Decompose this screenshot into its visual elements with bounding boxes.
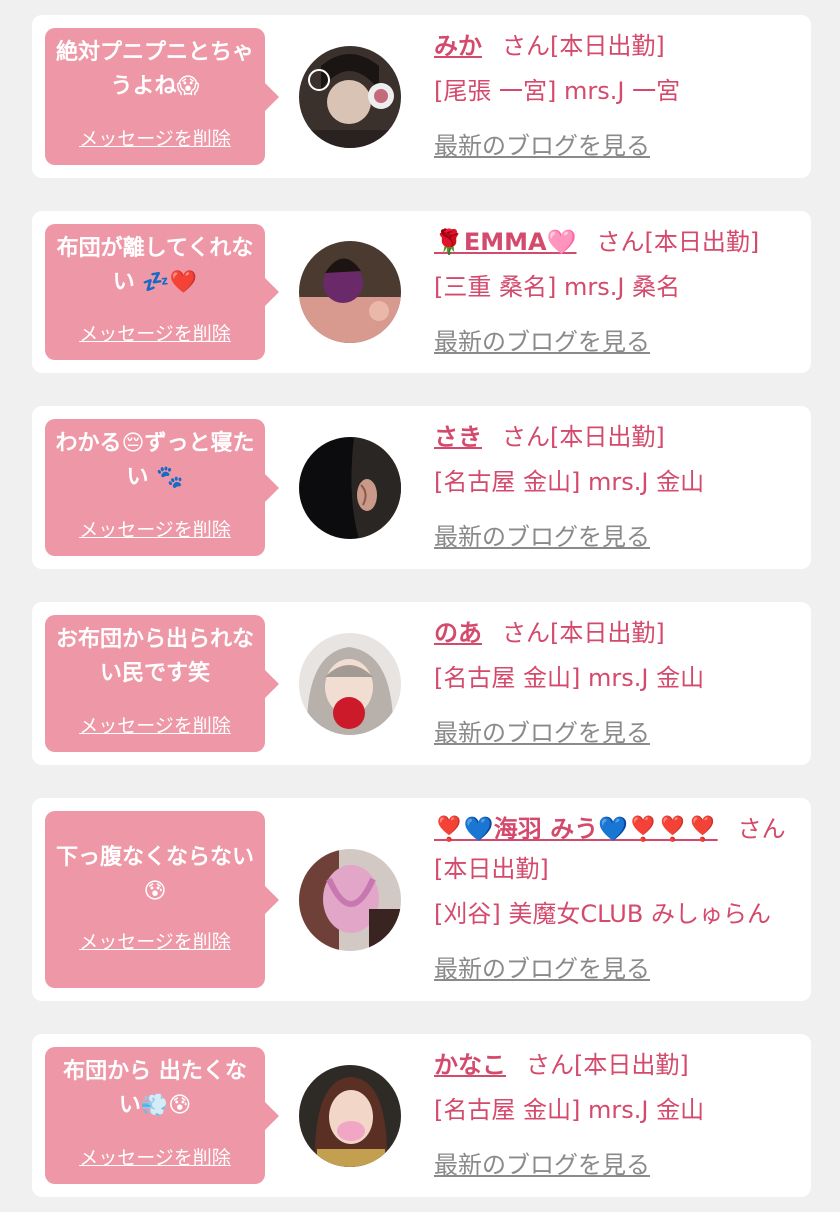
avatar[interactable] (299, 241, 401, 343)
message-bubble: わかる😔ずっと寝たい 🐾 メッセージを削除 (45, 419, 279, 556)
message-card: 布団が離してくれない 💤❤️ メッセージを削除 🌹EMMA🩷 さん[本日出勤] [… (32, 211, 811, 373)
girl-info: のあ さん[本日出勤] [名古屋 金山] mrs.J 金山 最新のブログを見る (434, 616, 806, 756)
status-text: [本日出勤] (434, 855, 549, 883)
status-text: さん (737, 815, 786, 843)
delete-message-link[interactable]: メッセージを削除 (45, 319, 265, 346)
girl-name-link[interactable]: かなこ (434, 1051, 506, 1079)
message-card: お布団から出られない民です笑 メッセージを削除 のあ さん[本日出勤] [名古屋 … (32, 602, 811, 765)
status-text: さん[本日出勤] (596, 228, 760, 256)
message-text: お布団から出られない民です笑 (55, 627, 254, 686)
name-line: 🌹EMMA🩷 さん[本日出勤] (434, 225, 806, 259)
shop-name: [名古屋 金山] mrs.J 金山 (434, 468, 705, 496)
name-line: ❣️💙海羽 みう💙❣️❣️❣️ さん (434, 812, 806, 846)
avatar[interactable] (299, 46, 401, 148)
girl-info: さき さん[本日出勤] [名古屋 金山] mrs.J 金山 最新のブログを見る (434, 420, 806, 560)
girl-info: 🌹EMMA🩷 さん[本日出勤] [三重 桑名] mrs.J 桑名 最新のブログを見… (434, 225, 806, 365)
girl-name-link[interactable]: みか (434, 32, 482, 60)
girl-name-link[interactable]: 🌹EMMA🩷 (434, 228, 577, 256)
name-line: かなこ さん[本日出勤] (434, 1048, 806, 1082)
name-line: みか さん[本日出勤] (434, 29, 806, 63)
delete-message-link[interactable]: メッセージを削除 (45, 927, 265, 954)
avatar[interactable] (299, 437, 401, 539)
avatar[interactable] (299, 633, 401, 735)
name-line: のあ さん[本日出勤] (434, 616, 806, 650)
shop-name: [名古屋 金山] mrs.J 金山 (434, 1096, 705, 1124)
message-card: 絶対プニプニとちゃうよね😱 メッセージを削除 みか さん[本日出勤] [尾張 一宮… (32, 15, 811, 178)
message-bubble: 布団が離してくれない 💤❤️ メッセージを削除 (45, 224, 279, 360)
message-bubble: 布団から 出たくない💨😰 メッセージを削除 (45, 1047, 279, 1184)
message-text: 布団が離してくれない 💤❤️ (56, 236, 254, 295)
view-blog-link[interactable]: 最新のブログを見る (434, 952, 650, 986)
message-list: 絶対プニプニとちゃうよね😱 メッセージを削除 みか さん[本日出勤] [尾張 一宮… (0, 0, 840, 1212)
view-blog-link[interactable]: 最新のブログを見る (434, 325, 650, 359)
delete-message-link[interactable]: メッセージを削除 (45, 515, 265, 542)
avatar[interactable] (299, 1065, 401, 1167)
message-card: わかる😔ずっと寝たい 🐾 メッセージを削除 さき さん[本日出勤] [名古屋 金山… (32, 406, 811, 569)
name-line: さき さん[本日出勤] (434, 420, 806, 454)
message-card: 下っ腹なくならない😰 メッセージを削除 ❣️💙海羽 みう💙❣️❣️❣️ さん [本… (32, 798, 811, 1001)
view-blog-link[interactable]: 最新のブログを見る (434, 129, 650, 163)
delete-message-link[interactable]: メッセージを削除 (45, 1143, 265, 1170)
message-bubble: 下っ腹なくならない😰 メッセージを削除 (45, 811, 279, 988)
message-bubble: 絶対プニプニとちゃうよね😱 メッセージを削除 (45, 28, 279, 165)
view-blog-link[interactable]: 最新のブログを見る (434, 716, 650, 750)
girl-name-link[interactable]: さき (434, 423, 482, 451)
avatar[interactable] (299, 849, 401, 951)
girl-name-link[interactable]: ❣️💙海羽 みう💙❣️❣️❣️ (434, 815, 718, 843)
message-text: わかる😔ずっと寝たい 🐾 (55, 431, 255, 490)
status-text: さん[本日出勤] (526, 1051, 689, 1079)
girl-name-link[interactable]: のあ (434, 619, 482, 647)
delete-message-link[interactable]: メッセージを削除 (45, 711, 265, 738)
shop-name: [刈谷] 美魔女CLUB みしゅらん (434, 900, 771, 928)
status-text: さん[本日出勤] (502, 423, 665, 451)
message-bubble: お布団から出られない民です笑 メッセージを削除 (45, 615, 279, 752)
view-blog-link[interactable]: 最新のブログを見る (434, 1148, 650, 1182)
girl-info: かなこ さん[本日出勤] [名古屋 金山] mrs.J 金山 最新のブログを見る (434, 1048, 806, 1188)
shop-name: [名古屋 金山] mrs.J 金山 (434, 664, 705, 692)
status-text: さん[本日出勤] (502, 619, 665, 647)
shop-name: [尾張 一宮] mrs.J 一宮 (434, 77, 681, 105)
delete-message-link[interactable]: メッセージを削除 (45, 124, 265, 151)
girl-info: みか さん[本日出勤] [尾張 一宮] mrs.J 一宮 最新のブログを見る (434, 29, 806, 169)
message-text: 下っ腹なくならない😰 (55, 845, 254, 904)
message-text: 布団から 出たくない💨😰 (63, 1059, 247, 1118)
view-blog-link[interactable]: 最新のブログを見る (434, 520, 650, 554)
message-card: 布団から 出たくない💨😰 メッセージを削除 かなこ さん[本日出勤] [名古屋 金… (32, 1034, 811, 1197)
message-text: 絶対プニプニとちゃうよね😱 (55, 40, 254, 99)
girl-info: ❣️💙海羽 みう💙❣️❣️❣️ さん [本日出勤] [刈谷] 美魔女CLUB みし… (434, 812, 806, 992)
status-text: さん[本日出勤] (502, 32, 665, 60)
shop-name: [三重 桑名] mrs.J 桑名 (434, 273, 681, 301)
